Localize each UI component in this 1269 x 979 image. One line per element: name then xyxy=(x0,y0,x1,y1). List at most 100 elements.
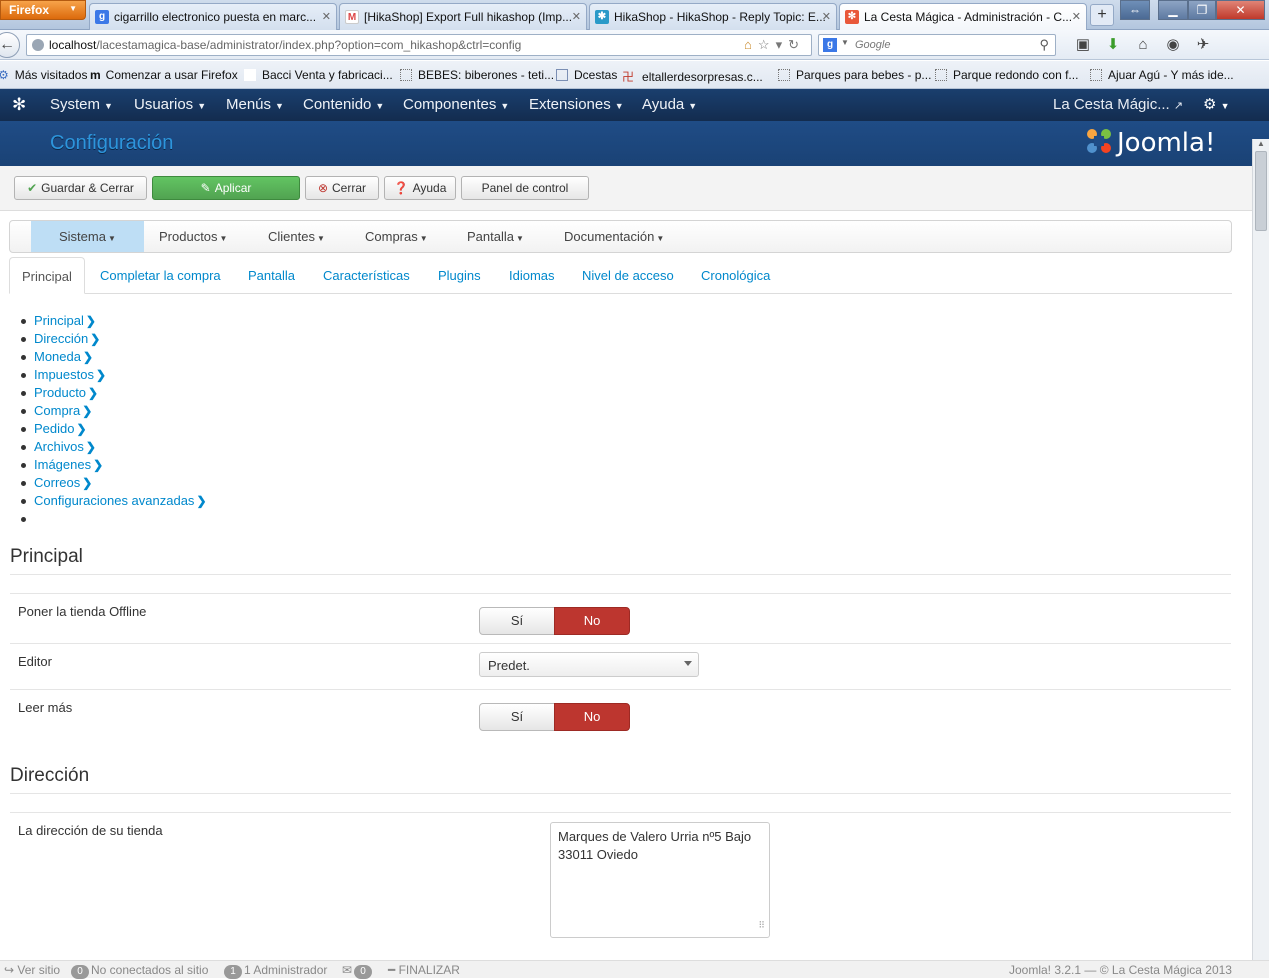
anchor-archivos[interactable]: Archivos ❯ xyxy=(21,438,207,456)
bookmark-parque-redondo[interactable]: Parque redondo con f... xyxy=(935,68,1078,82)
browser-tab[interactable]: ✱ HikaShop - HikaShop - Reply Topic: E..… xyxy=(589,3,837,30)
resize-grip-icon[interactable]: ⠿ xyxy=(758,916,765,934)
search-placeholder: Google xyxy=(855,39,891,51)
logout-link[interactable]: ━ FINALIZAR xyxy=(388,963,460,977)
submenu-documentacion[interactable]: Documentación ▼ xyxy=(536,221,692,252)
tab-pantalla[interactable]: Pantalla xyxy=(236,257,307,294)
anchor-impuestos[interactable]: Impuestos ❯ xyxy=(21,366,207,384)
submenu-pantalla[interactable]: Pantalla ▼ xyxy=(439,221,552,252)
back-button[interactable]: ← xyxy=(0,32,20,58)
bookmark-parques[interactable]: Parques para bebes - p... xyxy=(778,68,931,82)
apply-button[interactable]: ✎ Aplicar xyxy=(152,176,300,200)
readmore-yes-option[interactable]: Sí xyxy=(479,703,555,731)
tab-cronologica[interactable]: Cronológica xyxy=(689,257,782,294)
bookmark-star-icon[interactable]: ☆ xyxy=(758,37,776,52)
anchor-pedido[interactable]: Pedido ❯ xyxy=(21,420,207,438)
bookmark-eltaller[interactable]: 卍 eltallerdesorpresas.c... xyxy=(622,68,763,85)
search-bar[interactable]: g ▼ Google ⚲ xyxy=(818,34,1056,56)
anchor-configuraciones-avanzadas[interactable]: Configuraciones avanzadas ❯ xyxy=(21,492,207,510)
mozilla-icon: m xyxy=(90,68,101,82)
menu-system[interactable]: System ▼ xyxy=(50,96,113,113)
chevron-right-icon: ❯ xyxy=(196,494,207,508)
close-tab-icon[interactable]: ✕ xyxy=(322,10,331,23)
eye-icon[interactable]: ◉ xyxy=(1158,35,1188,53)
dropdown-icon[interactable]: ▾ xyxy=(776,37,789,52)
browser-tab[interactable]: g cigarrillo electronico puesta en marc.… xyxy=(89,3,337,30)
menu-help[interactable]: Ayuda ▼ xyxy=(642,96,697,113)
cancel-icon: ⊗ xyxy=(317,181,329,195)
bookmark-dcestas[interactable]: Dcestas xyxy=(556,68,617,82)
google-search-engine-icon[interactable]: g xyxy=(823,38,837,52)
download-icon[interactable]: ⬇ xyxy=(1098,35,1128,53)
submenu-productos[interactable]: Productos ▼ xyxy=(131,221,255,252)
offline-no-option[interactable]: No xyxy=(554,607,630,635)
menu-extensions[interactable]: Extensiones ▼ xyxy=(529,96,624,113)
editor-select[interactable]: Predet. xyxy=(479,652,699,677)
home-icon[interactable]: ⌂ xyxy=(1128,36,1158,53)
reload-icon[interactable]: ↻ xyxy=(788,37,805,52)
anchor-imagenes[interactable]: Imágenes ❯ xyxy=(21,456,207,474)
menu-users[interactable]: Usuarios ▼ xyxy=(134,96,206,113)
bookmarks-menu-icon[interactable]: ▣ xyxy=(1068,35,1098,53)
external-link-icon: ↪ xyxy=(4,963,15,977)
offline-yes-option[interactable]: Sí xyxy=(479,607,555,635)
address-bar[interactable]: localhost/lacestamagica-base/administrat… xyxy=(26,34,812,56)
close-button[interactable]: ⊗ Cerrar xyxy=(305,176,379,200)
bookmark-ajuar[interactable]: Ajuar Agú - Y más ide... xyxy=(1090,68,1234,82)
readmore-no-option[interactable]: No xyxy=(554,703,630,731)
site-link[interactable]: La Cesta Mágic... ↗ xyxy=(1053,96,1183,113)
submenu-sistema[interactable]: Sistema ▼ xyxy=(31,221,144,252)
save-close-button[interactable]: ✔ Guardar & Cerrar xyxy=(14,176,147,200)
bookmark-bacci[interactable]: Bacci Venta y fabricaci... xyxy=(244,68,393,82)
new-tab-button[interactable]: + xyxy=(1090,4,1114,26)
scrollbar-thumb[interactable] xyxy=(1255,151,1267,231)
bookmark-getting-started[interactable]: m Comenzar a usar Firefox xyxy=(90,68,238,82)
anchor-direccion[interactable]: Dirección ❯ xyxy=(21,330,207,348)
tab-idiomas[interactable]: Idiomas xyxy=(497,257,567,294)
close-tab-icon[interactable]: ✕ xyxy=(572,10,581,23)
user-menu[interactable]: ⚙ ▼ xyxy=(1203,95,1230,113)
page-scrollbar[interactable]: ▲ xyxy=(1252,139,1269,960)
list-all-tabs-button[interactable]: ⇔ xyxy=(1120,0,1150,20)
menu-content[interactable]: Contenido ▼ xyxy=(303,96,384,113)
anchor-correos[interactable]: Correos ❯ xyxy=(21,474,207,492)
home-feed-icon[interactable]: ⌂ xyxy=(744,37,758,52)
tab-label: La Cesta Mágica - Administración - C... xyxy=(864,10,1073,24)
close-tab-icon[interactable]: ✕ xyxy=(822,10,831,23)
tab-principal[interactable]: Principal xyxy=(9,257,85,294)
menu-menus[interactable]: Menús ▼ xyxy=(226,96,284,113)
action-toolbar: ✔ Guardar & Cerrar ✎ Aplicar ⊗ Cerrar ❓ Ayud… xyxy=(0,166,1269,211)
bookmarks-toolbar: ⚙Más visitados mComenzar a usar Firefox … xyxy=(0,61,1269,89)
view-site-link[interactable]: ↪ Ver sitio xyxy=(4,963,60,977)
dashboard-button[interactable]: Panel de control xyxy=(461,176,589,200)
maximize-button[interactable]: ❐ xyxy=(1188,0,1216,20)
scroll-up-icon[interactable]: ▲ xyxy=(1255,139,1267,149)
search-icon[interactable]: ⚲ xyxy=(1039,37,1049,53)
addon-icon[interactable]: ✈ xyxy=(1188,35,1218,53)
browser-tab-active[interactable]: ✻ La Cesta Mágica - Administración - C..… xyxy=(839,3,1087,31)
submenu-compras[interactable]: Compras ▼ xyxy=(337,221,456,252)
tab-completar-compra[interactable]: Completar la compra xyxy=(88,257,233,294)
bookmark-most-visited[interactable]: ⚙Más visitados xyxy=(0,68,87,82)
anchor-moneda[interactable]: Moneda ❯ xyxy=(21,348,207,366)
bookmark-bebes[interactable]: BEBES: biberones - teti... xyxy=(400,68,554,82)
minimize-button[interactable]: ▁ xyxy=(1158,0,1188,20)
help-button[interactable]: ❓ Ayuda xyxy=(384,176,456,200)
tab-caracteristicas[interactable]: Características xyxy=(311,257,422,294)
anchor-compra[interactable]: Compra ❯ xyxy=(21,402,207,420)
tab-nivel-acceso[interactable]: Nivel de acceso xyxy=(570,257,686,294)
firefox-menu-button[interactable]: Firefox ▼ xyxy=(0,0,86,20)
tab-plugins[interactable]: Plugins xyxy=(426,257,493,294)
anchor-principal[interactable]: Principal ❯ xyxy=(21,312,207,330)
close-window-button[interactable]: ✕ xyxy=(1216,0,1265,20)
minus-icon: ━ xyxy=(388,963,396,977)
submenu-clientes[interactable]: Clientes ▼ xyxy=(240,221,353,252)
address-textarea[interactable]: Marques de Valero Urria nº5 Bajo 33011 O… xyxy=(550,822,770,938)
browser-tab[interactable]: M [HikaShop] Export Full hikashop (Imp..… xyxy=(339,3,587,30)
menu-components[interactable]: Componentes ▼ xyxy=(403,96,509,113)
messages-status[interactable]: ✉ 0 xyxy=(342,963,374,979)
anchor-producto[interactable]: Producto ❯ xyxy=(21,384,207,402)
page-icon xyxy=(556,69,568,81)
close-tab-icon[interactable]: ✕ xyxy=(1072,10,1081,23)
joomla-logo-icon[interactable]: ✻ xyxy=(12,95,26,115)
